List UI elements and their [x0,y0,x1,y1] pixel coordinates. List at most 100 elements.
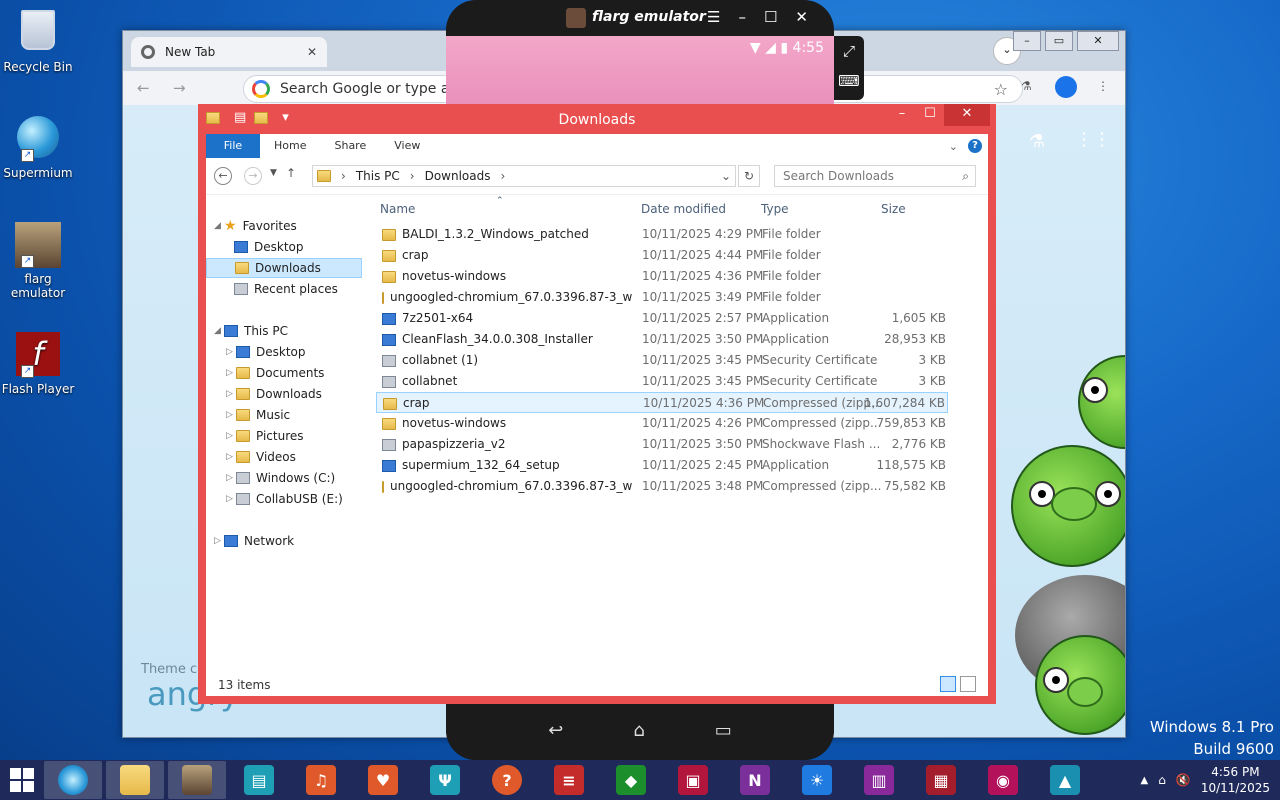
taskbar-video[interactable]: ▣ [664,761,722,799]
nav-pc-collabusb-e[interactable]: ▷ CollabUSB (E:) [226,489,343,509]
forward-icon[interactable]: → [173,79,186,97]
taskbar-reading-list[interactable]: ≡ [540,761,598,799]
expand-ribbon-icon[interactable]: ⌄ [949,140,958,153]
nav-fav-recent[interactable]: Recent places [234,279,338,299]
file-row[interactable]: ungoogled-chromium_67.0.3396.87-3_wi... 1… [376,287,948,308]
breadcrumb-downloads[interactable]: Downloads [425,169,491,183]
file-row[interactable]: BALDI_1.3.2_Windows_patched 10/11/2025 4:… [376,224,948,245]
taskbar-weather[interactable]: ☀ [788,761,846,799]
flask-icon[interactable]: ⚗ [1029,131,1045,152]
up-icon[interactable]: ↑ [286,166,296,180]
refresh-button[interactable]: ↻ [738,165,760,187]
nav-pc-documents[interactable]: ▷ Documents [226,363,324,383]
file-row[interactable]: novetus-windows 10/11/2025 4:36 PM File fo… [376,266,948,287]
menu-icon[interactable]: ⋮ [1097,79,1109,93]
column-size[interactable]: Size [881,202,906,216]
file-row[interactable]: novetus-windows 10/11/2025 4:26 PM Compres… [376,413,948,434]
help-icon[interactable]: ? [968,139,982,153]
start-button[interactable] [0,760,44,800]
forward-button[interactable]: → [244,167,262,185]
expand-arrow-icon[interactable]: ▷ [226,363,236,383]
hamburger-icon[interactable]: ☰ [707,8,720,26]
column-date[interactable]: Date modified [641,202,726,216]
taskbar-music[interactable]: ♫ [292,761,350,799]
maximize-button[interactable]: ☐ [916,104,944,126]
emulator-screen[interactable]: ▼ ◢ ▮ 4:55 [446,36,834,108]
tab-view[interactable]: View [380,134,434,158]
tab-share[interactable]: Share [320,134,380,158]
close-button[interactable]: ✕ [1077,31,1119,51]
minimize-button[interactable]: – [888,104,916,126]
taskbar-file-explorer[interactable] [106,761,164,799]
taskbar-camera[interactable]: ◉ [974,761,1032,799]
file-row[interactable]: 7z2501-x64 10/11/2025 2:57 PM Application 1… [376,308,948,329]
nav-fav-downloads[interactable]: Downloads [206,258,362,278]
back-button[interactable]: ← [214,167,232,185]
keyboard-icon[interactable]: ⌨ [834,72,864,90]
taskbar-onenote[interactable]: N [726,761,784,799]
expand-arrow-icon[interactable]: ▷ [226,426,236,446]
taskbar-help[interactable]: ? [478,761,536,799]
fullscreen-icon[interactable]: ⤢ [834,42,864,60]
expand-arrow-icon[interactable]: ▷ [226,447,236,467]
expand-arrow-icon[interactable]: ▷ [214,531,224,551]
desktop-icon-supermium[interactable]: ↗ Supermium [0,116,76,180]
recent-locations-icon[interactable]: ▼ [270,168,277,178]
close-button[interactable]: ✕ [944,104,990,126]
expand-arrow-icon[interactable]: ▷ [226,342,236,362]
search-input[interactable]: Search Downloads ⌕ [774,165,976,187]
desktop-icon-flarg-emulator[interactable]: ↗ flarg emulator [0,222,76,300]
nav-favorites[interactable]: ◢ ★ Favorites [214,216,297,236]
maximize-icon[interactable]: ☐ [764,8,777,26]
collapse-arrow-icon[interactable]: ◢ [214,216,224,236]
close-icon[interactable]: ✕ [795,8,808,26]
taskbar-food[interactable]: Ψ [416,761,474,799]
show-hidden-icons-icon[interactable]: ▲ [1141,775,1149,786]
tab-file[interactable]: File [206,134,260,158]
expand-arrow-icon[interactable]: ▷ [226,468,236,488]
chrome-tab-new-tab[interactable]: New Tab ✕ [131,37,327,67]
desktop-icon-flash-player[interactable]: f ↗ Flash Player [0,332,76,396]
collapse-arrow-icon[interactable]: ◢ [214,321,224,341]
taskbar-supermium[interactable] [44,761,102,799]
maximize-button[interactable]: ▭ [1045,31,1073,51]
recents-nav-icon[interactable]: ▭ [715,720,732,741]
close-tab-icon[interactable]: ✕ [307,45,317,59]
file-row[interactable]: collabnet 10/11/2025 3:45 PM Security Cert… [376,371,948,392]
breadcrumb-this-pc[interactable]: This PC [356,169,400,183]
expand-arrow-icon[interactable]: ▷ [226,384,236,404]
back-icon[interactable]: ← [137,79,150,97]
file-row[interactable]: supermium_132_64_setup 10/11/2025 2:45 PM… [376,455,948,476]
tab-home[interactable]: Home [260,134,320,158]
nav-fav-desktop[interactable]: Desktop [234,237,304,257]
file-row[interactable]: crap 10/11/2025 4:36 PM Compressed (zipp..… [376,392,948,413]
profile-icon[interactable] [1055,76,1077,98]
column-name[interactable]: Name [380,202,415,216]
nav-pc-music[interactable]: ▷ Music [226,405,290,425]
nav-pc-videos[interactable]: ▷ Videos [226,447,296,467]
clock[interactable]: 4:56 PM 10/11/2025 [1201,764,1270,796]
file-row[interactable]: collabnet (1) 10/11/2025 3:45 PM Security … [376,350,948,371]
taskbar-news[interactable]: ▦ [912,761,970,799]
address-bar[interactable]: › This PC › Downloads › ⌄ [312,165,736,187]
network-tray-icon[interactable]: ⌂ [1158,773,1166,787]
nav-this-pc[interactable]: ◢ This PC [214,321,288,341]
large-icons-view-icon[interactable] [960,676,976,692]
labs-icon[interactable]: ⚗ [1021,79,1032,93]
nav-pc-downloads[interactable]: ▷ Downloads [226,384,322,404]
nav-pc-desktop[interactable]: ▷ Desktop [226,342,306,362]
taskbar-health[interactable]: ♥ [354,761,412,799]
taskbar-games[interactable]: ◆ [602,761,660,799]
file-row[interactable]: CleanFlash_34.0.0.308_Installer 10/11/202… [376,329,948,350]
file-row[interactable]: ungoogled-chromium_67.0.3396.87-3_wi... 1… [376,476,948,497]
taskbar-store[interactable]: ▤ [230,761,288,799]
details-view-icon[interactable] [940,676,956,692]
home-nav-icon[interactable]: ⌂ [633,720,644,741]
column-type[interactable]: Type [761,202,789,216]
back-nav-icon[interactable]: ↩ [548,720,563,741]
file-row[interactable]: crap 10/11/2025 4:44 PM File folder [376,245,948,266]
desktop-icon-recycle-bin[interactable]: Recycle Bin [0,6,76,74]
taskbar-maps[interactable]: ▥ [850,761,908,799]
nav-pc-pictures[interactable]: ▷ Pictures [226,426,304,446]
minimize-icon[interactable]: – [738,8,746,26]
